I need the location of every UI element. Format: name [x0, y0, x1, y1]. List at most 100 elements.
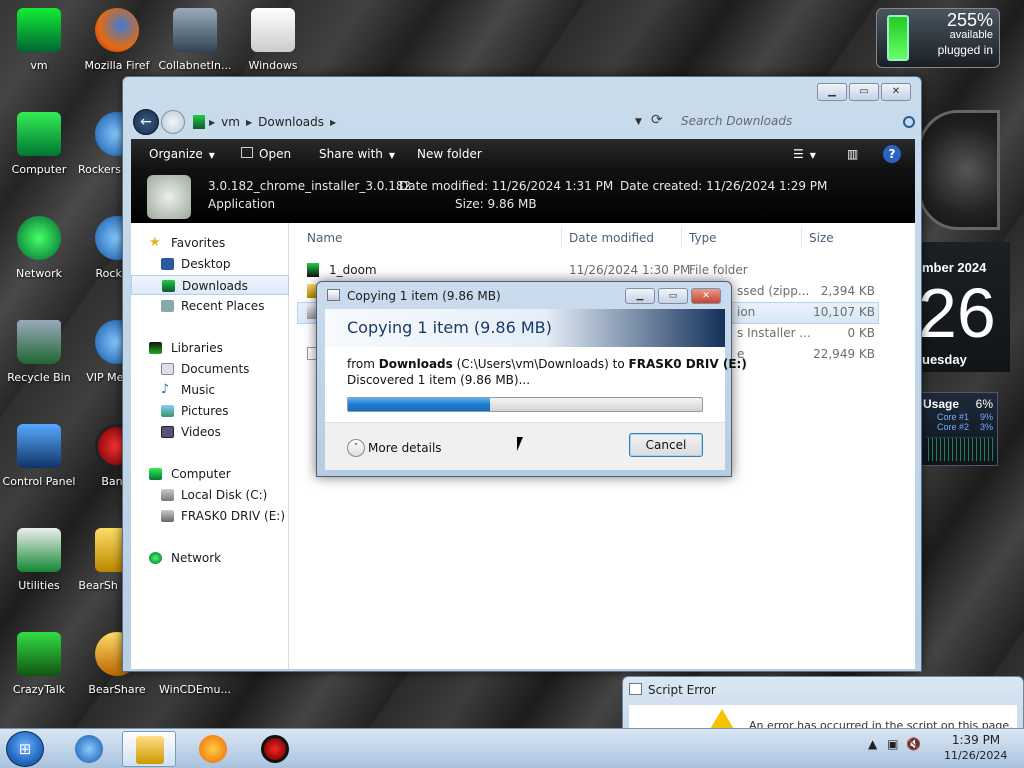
close-button[interactable]: ✕ — [691, 288, 721, 304]
desktop-icon-utilities[interactable]: Utilities — [0, 528, 78, 593]
desktop-icon-vm[interactable]: vm — [0, 8, 78, 73]
maximize-button[interactable]: ▭ — [849, 83, 879, 101]
nav-computer[interactable]: Computer — [131, 464, 289, 484]
search-input[interactable]: Search Downloads — [671, 110, 919, 134]
new-folder-button[interactable]: New folder — [417, 147, 482, 161]
nav-favorites[interactable]: ★ Favorites — [131, 233, 289, 253]
source-folder-link[interactable]: Downloads — [379, 357, 453, 371]
copy-icon — [327, 289, 340, 301]
desktop-icon-network[interactable]: Network — [0, 216, 78, 281]
forward-button[interactable] — [161, 110, 185, 134]
cancel-button[interactable]: Cancel — [629, 433, 703, 457]
column-header-size[interactable]: Size — [809, 231, 834, 245]
nav-music[interactable]: ♪ Music — [131, 380, 289, 400]
desktop-icon-label: Mozilla Firef — [84, 59, 150, 72]
taskbar-item-ie[interactable] — [62, 731, 116, 767]
nav-videos[interactable]: Videos — [131, 422, 289, 442]
address-row: ← ▶ vm ▶ Downloads ▶ ▼ ⟳ Search Download… — [131, 107, 915, 135]
nav-frask-drive-label: FRASK0 DRIV (E:) — [181, 509, 286, 523]
computer-icon — [17, 112, 61, 156]
address-dropdown-icon[interactable]: ▼ — [635, 117, 642, 127]
desktop-icon-recycle-bin[interactable]: Recycle Bin — [0, 320, 78, 385]
breadcrumb-downloads[interactable]: Downloads — [258, 115, 324, 129]
nav-frask-drive[interactable]: FRASK0 DRIV (E:) — [131, 506, 289, 526]
row-size: 10,107 KB — [813, 305, 875, 319]
taskbar-item-media-player[interactable] — [186, 731, 240, 767]
maximize-button[interactable]: ▭ — [658, 288, 688, 304]
taskbar-date[interactable]: 11/26/2024 — [944, 749, 1007, 762]
column-divider[interactable] — [801, 227, 802, 247]
folder-icon — [193, 115, 205, 129]
desktop-icon-collabnet[interactable]: CollabnetIn... — [156, 8, 234, 73]
row-name: 1_doom — [329, 263, 377, 277]
nav-recent-places[interactable]: Recent Places — [131, 296, 289, 316]
desktop-icon-control-panel[interactable]: Control Panel — [0, 424, 78, 489]
more-details-toggle[interactable]: More details — [368, 441, 442, 455]
breadcrumb-vm[interactable]: vm — [221, 115, 240, 129]
desktop-icon-label: vm — [30, 59, 48, 72]
address-bar[interactable]: ▶ vm ▶ Downloads ▶ — [193, 110, 663, 134]
start-button[interactable]: ⊞ — [6, 731, 44, 767]
network-icon — [17, 216, 61, 260]
minimize-button[interactable]: ▁ — [817, 83, 847, 101]
refresh-icon[interactable]: ⟳ — [651, 112, 663, 128]
organize-button[interactable]: Organize ▼ — [149, 147, 215, 161]
command-bar: Organize ▼ Open Share with ▼ New folder ☰ ▼… — [131, 139, 915, 171]
selected-filetype: Application — [208, 197, 276, 211]
nav-desktop-label: Desktop — [181, 257, 231, 271]
nav-downloads[interactable]: Downloads — [131, 275, 289, 295]
column-header-name[interactable]: Name — [307, 231, 342, 245]
taskbar-item-recorder[interactable] — [248, 731, 302, 767]
nav-local-disk[interactable]: Local Disk (C:) — [131, 485, 289, 505]
column-divider[interactable] — [681, 227, 682, 247]
network-tray-icon[interactable]: ▣ — [887, 737, 898, 751]
breadcrumb-separator-icon[interactable]: ▶ — [209, 118, 215, 127]
progress-fill — [348, 398, 490, 411]
column-header-date[interactable]: Date modified — [569, 231, 654, 245]
nav-pictures[interactable]: Pictures — [131, 401, 289, 421]
breadcrumb-separator-icon[interactable]: ▶ — [246, 118, 252, 127]
selected-filename: 3.0.182_chrome_installer_3.0.182 — [208, 179, 412, 193]
column-divider[interactable] — [561, 227, 562, 247]
battery-gadget[interactable]: 255% available plugged in — [876, 8, 1000, 68]
open-button[interactable]: Open — [241, 147, 291, 161]
cpu-meter-gadget[interactable]: Usage 6% Core #1 9% Core #2 3% — [918, 392, 998, 466]
help-icon[interactable]: ? — [883, 145, 901, 163]
volume-muted-icon[interactable]: 🔇 — [906, 737, 921, 751]
minimize-button[interactable]: ▁ — [625, 288, 655, 304]
row-date: 11/26/2024 1:30 PM — [569, 263, 691, 277]
taskbar-item-explorer[interactable] — [122, 731, 176, 767]
calendar-gadget[interactable]: mber 2024 26 uesday — [918, 242, 1010, 372]
column-header-type[interactable]: Type — [689, 231, 717, 245]
preview-pane-icon[interactable]: ▥ — [847, 147, 858, 161]
taskbar-time[interactable]: 1:39 PM — [950, 733, 1002, 747]
nav-libraries[interactable]: Libraries — [131, 338, 289, 358]
desktop-icon-windows[interactable]: Windows — [234, 8, 312, 73]
close-button[interactable]: ✕ — [881, 83, 911, 101]
back-button[interactable]: ← — [133, 109, 159, 135]
calendar-month: mber 2024 — [922, 260, 987, 275]
star-icon: ★ — [149, 235, 161, 250]
views-button[interactable]: ☰ ▼ — [793, 147, 816, 161]
destination-drive-link[interactable]: FRASK0 DRIV (E:) — [629, 357, 747, 371]
search-icon[interactable] — [903, 116, 915, 128]
nav-desktop[interactable]: Desktop — [131, 254, 289, 274]
clock-gadget[interactable] — [918, 110, 1000, 230]
calendar-weekday: uesday — [922, 352, 967, 367]
row-type: ion — [737, 305, 756, 319]
recycle-bin-icon — [17, 320, 61, 364]
desktop-icon-firefox[interactable]: Mozilla Firef — [78, 8, 156, 73]
copy-progress-dialog: Copying 1 item (9.86 MB) ▁ ▭ ✕ Copying 1… — [316, 281, 747, 477]
copy-source-dest: from Downloads (C:\Users\vm\Downloads) t… — [347, 357, 747, 371]
selected-size: Size: 9.86 MB — [455, 197, 537, 211]
nav-network[interactable]: Network — [131, 548, 289, 568]
chevron-down-icon[interactable]: ˅ — [347, 439, 365, 457]
breadcrumb-separator-icon[interactable]: ▶ — [330, 118, 336, 127]
desktop-icon-crazytalk[interactable]: CrazyTalk — [0, 632, 78, 697]
desktop-icon-label: CrazyTalk — [12, 683, 66, 696]
row-type: File folder — [689, 263, 748, 277]
desktop-icon-computer[interactable]: Computer — [0, 112, 78, 177]
nav-documents[interactable]: Documents — [131, 359, 289, 379]
share-with-button[interactable]: Share with ▼ — [319, 147, 395, 161]
show-hidden-icons-icon[interactable]: ▲ — [868, 737, 877, 751]
